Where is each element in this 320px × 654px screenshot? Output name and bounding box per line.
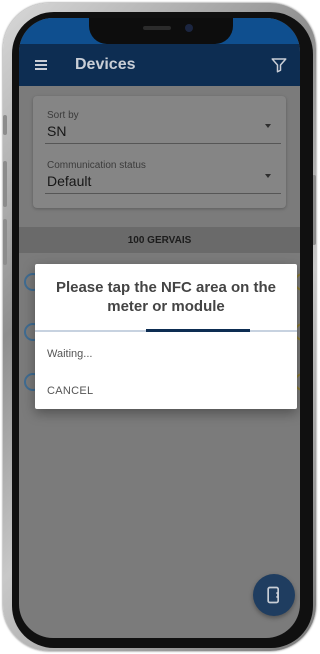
silent-switch [3, 115, 7, 135]
notch [89, 18, 233, 44]
nfc-dialog: Please tap the NFC area on the meter or … [35, 264, 297, 409]
speaker [143, 26, 171, 30]
nfc-phone-icon [267, 586, 279, 604]
filter-funnel-icon[interactable] [270, 56, 288, 74]
chevron-down-icon [265, 174, 271, 178]
volume-up-button [3, 161, 7, 207]
communication-status-dropdown[interactable]: Communication status Default [45, 156, 281, 194]
progress-indicator [146, 329, 250, 332]
dialog-status-text: Waiting... [47, 348, 93, 360]
hamburger-menu-icon[interactable] [35, 58, 53, 72]
sort-by-dropdown[interactable]: Sort by SN [45, 106, 281, 144]
communication-status-value: Default [47, 173, 92, 189]
nfc-scan-button[interactable] [253, 574, 295, 616]
sort-by-label: Sort by [47, 110, 79, 121]
sort-by-value: SN [47, 123, 67, 139]
camera-icon [185, 24, 193, 32]
app-screen: Devices Sort by SN Communication status … [19, 18, 300, 638]
chevron-down-icon [265, 124, 271, 128]
page-title: Devices [75, 56, 136, 73]
app-bar: Devices [19, 44, 300, 86]
cancel-button[interactable]: CANCEL [47, 385, 93, 397]
communication-status-label: Communication status [47, 160, 146, 171]
sort-panel: Sort by SN Communication status Default [33, 96, 286, 208]
dialog-title: Please tap the NFC area on the meter or … [55, 279, 277, 315]
device-group-header: 100 GERVAIS [19, 227, 300, 253]
volume-down-button [3, 219, 7, 265]
